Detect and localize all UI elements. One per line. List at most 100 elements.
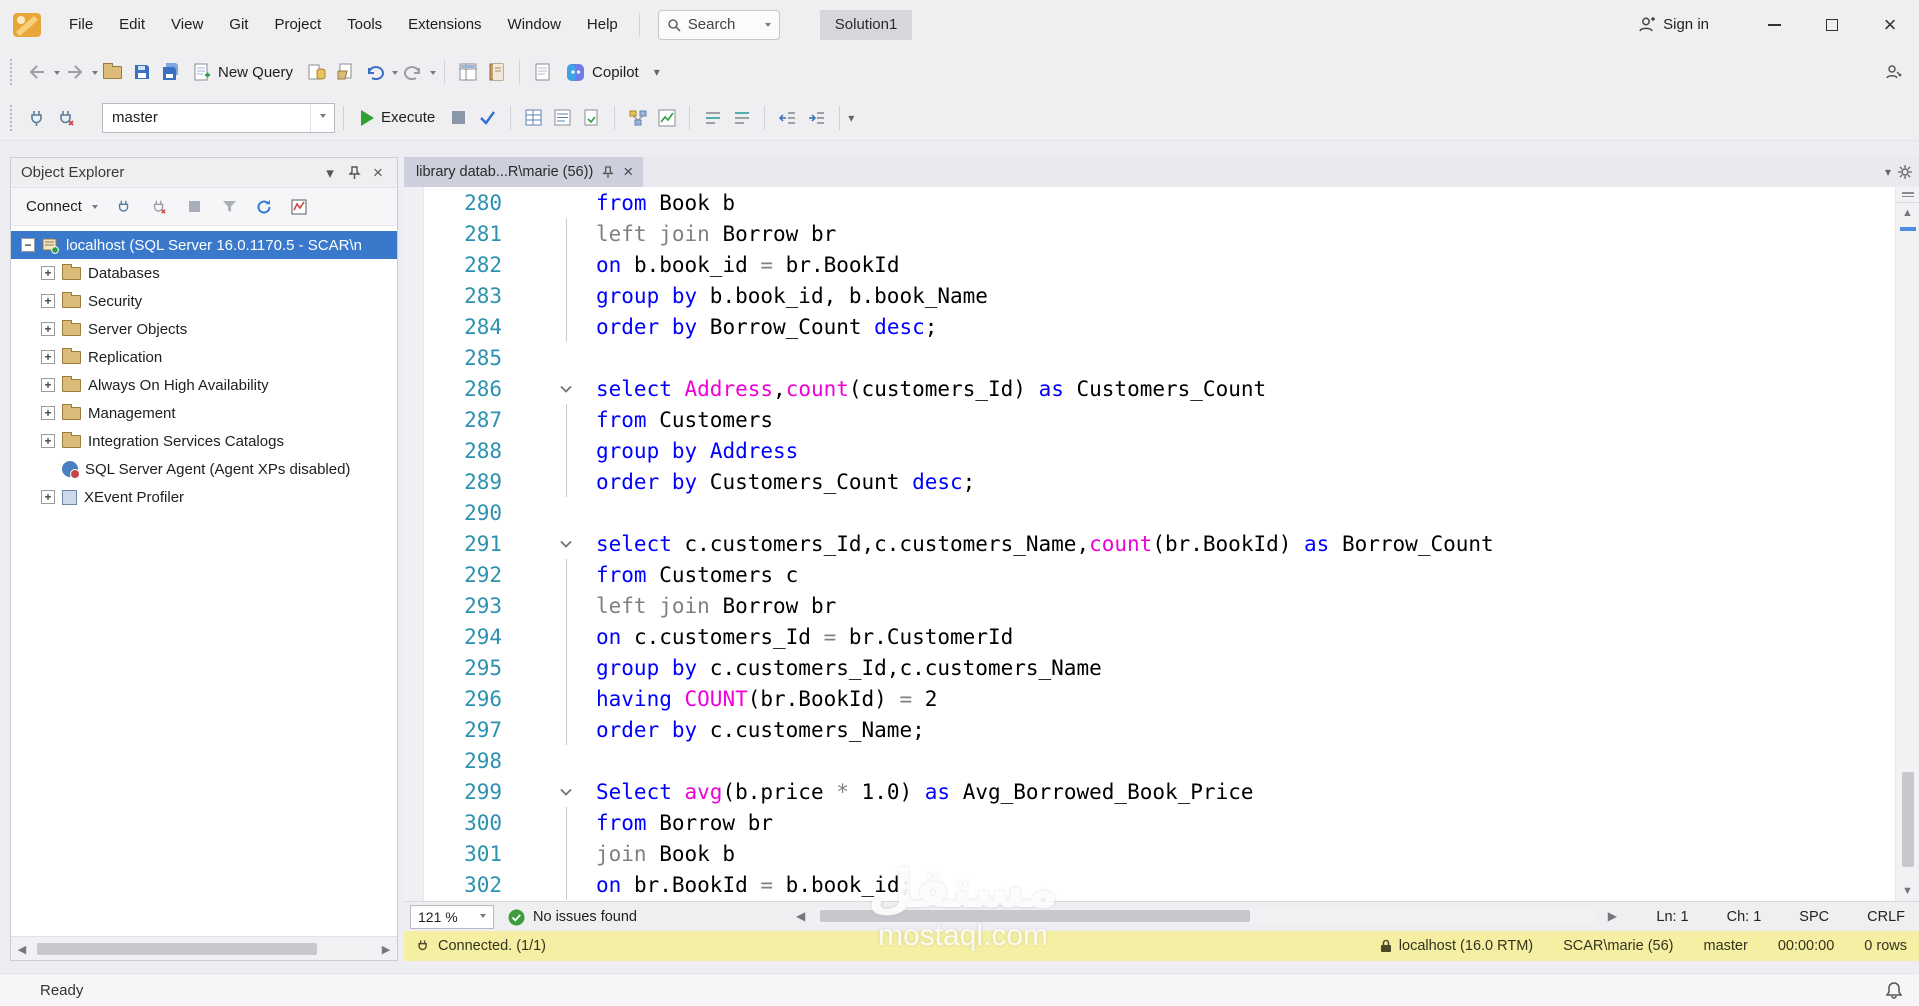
tree-expander[interactable]: + <box>41 434 55 448</box>
new-query-button[interactable]: New Query <box>185 57 302 87</box>
code-line[interactable]: 299 Select avg(b.price * 1.0) as Avg_Borr… <box>404 776 1895 807</box>
code-line[interactable]: 286 select Address,count(customers_Id) as… <box>404 373 1895 404</box>
nav-forward-button[interactable] <box>61 59 88 86</box>
tree-expander[interactable]: + <box>41 378 55 392</box>
code-line[interactable]: 281 left join Borrow br <box>404 218 1895 249</box>
code-line[interactable]: 293 left join Borrow br <box>404 590 1895 621</box>
solution-selector[interactable]: Solution1 <box>819 9 913 40</box>
connect-object-icon[interactable] <box>111 193 138 220</box>
document-icon[interactable] <box>529 59 556 86</box>
scroll-up-icon[interactable]: ▲ <box>1896 203 1919 223</box>
toolbar-grip[interactable] <box>10 104 15 131</box>
menu-item-git[interactable]: Git <box>216 0 261 49</box>
connect-plug-icon[interactable] <box>23 104 50 131</box>
code-line[interactable]: 301 join Book b <box>404 838 1895 869</box>
undo-caret-icon[interactable] <box>392 70 399 78</box>
tree-item[interactable]: + Security <box>11 287 397 315</box>
activity-monitor-icon[interactable] <box>286 193 313 220</box>
active-files-dropdown-icon[interactable]: ▾ <box>1885 165 1891 179</box>
copilot-button[interactable]: Copilot <box>557 57 648 87</box>
sign-in-button[interactable]: Sign in <box>1638 16 1709 34</box>
uncomment-icon[interactable] <box>728 104 755 131</box>
results-file-icon[interactable] <box>578 104 605 131</box>
connect-button[interactable]: Connect <box>20 194 104 220</box>
save-all-button[interactable] <box>157 59 184 86</box>
code-line[interactable]: 282 on b.book_id = br.BookId <box>404 249 1895 280</box>
menu-item-tools[interactable]: Tools <box>334 0 395 49</box>
tree-expander[interactable]: + <box>41 406 55 420</box>
user-key-icon[interactable] <box>1880 59 1907 86</box>
tree-item[interactable]: + Management <box>11 399 397 427</box>
tree-item[interactable]: SQL Server Agent (Agent XPs disabled) <box>11 455 397 483</box>
live-stats-icon[interactable] <box>653 104 680 131</box>
menu-item-extensions[interactable]: Extensions <box>395 0 494 49</box>
line-ending-indicator[interactable]: CRLF <box>1867 909 1905 925</box>
new-database-query-icon[interactable] <box>303 59 330 86</box>
code-line[interactable]: 290 <box>404 497 1895 528</box>
fold-collapse-icon[interactable] <box>536 373 596 404</box>
code-line[interactable]: 295 group by c.customers_Id,c.customers_N… <box>404 652 1895 683</box>
notifications-bell-icon[interactable] <box>1885 981 1903 1000</box>
code-line[interactable]: 302 on br.BookId = b.book_id; <box>404 869 1895 900</box>
comment-icon[interactable] <box>699 104 726 131</box>
tree-item[interactable]: + Integration Services Catalogs <box>11 427 397 455</box>
results-text-icon[interactable] <box>549 104 576 131</box>
code-line[interactable]: 285 <box>404 342 1895 373</box>
tree-item[interactable]: + Server Objects <box>11 315 397 343</box>
database-selector[interactable]: master <box>102 102 335 133</box>
code-line[interactable]: 289 order by Customers_Count desc; <box>404 466 1895 497</box>
execute-button[interactable]: Execute <box>352 103 444 133</box>
tree-collapse-icon[interactable]: − <box>21 238 35 252</box>
tree-item[interactable]: + Always On High Availability <box>11 371 397 399</box>
open-file-button[interactable] <box>99 59 126 86</box>
refresh-icon[interactable] <box>251 193 278 220</box>
code-line[interactable]: 298 <box>404 745 1895 776</box>
nav-back-button[interactable] <box>23 59 50 86</box>
code-line[interactable]: 284 order by Borrow_Count desc; <box>404 311 1895 342</box>
editor-hscrollbar[interactable]: ◀ ▶ <box>794 905 1619 929</box>
decrease-indent-icon[interactable] <box>774 104 801 131</box>
open-query-icon[interactable] <box>332 59 359 86</box>
menu-item-edit[interactable]: Edit <box>106 0 158 49</box>
filter-icon[interactable] <box>216 193 243 220</box>
scroll-right-icon[interactable]: ▶ <box>375 937 397 961</box>
scroll-left-icon[interactable]: ◀ <box>796 909 805 923</box>
code-line[interactable]: 280 from Book b <box>404 187 1895 218</box>
change-connection-icon[interactable] <box>52 104 79 131</box>
code-line[interactable]: 297 order by c.customers_Name; <box>404 714 1895 745</box>
parse-button[interactable] <box>474 104 501 131</box>
tree-expander[interactable]: + <box>41 294 55 308</box>
code-editor[interactable]: 280 from Book b 281 left join Borrow br 282 o… <box>404 187 1919 901</box>
scroll-left-icon[interactable]: ◀ <box>11 937 33 961</box>
code-line[interactable]: 300 from Borrow br <box>404 807 1895 838</box>
close-icon[interactable]: × <box>366 161 390 185</box>
close-button[interactable]: × <box>1861 0 1919 49</box>
settings-gear-icon[interactable] <box>1897 164 1913 180</box>
zoom-selector[interactable]: 121 % <box>410 905 494 929</box>
tree-item[interactable]: + Replication <box>11 343 397 371</box>
tree-expander[interactable]: + <box>41 350 55 364</box>
results-grid-icon[interactable] <box>520 104 547 131</box>
tree-item[interactable]: + XEvent Profiler <box>11 483 397 511</box>
tree-expander[interactable]: + <box>41 322 55 336</box>
minimize-button[interactable] <box>1745 0 1803 49</box>
fold-collapse-icon[interactable] <box>536 528 596 559</box>
cancel-query-button[interactable] <box>445 104 472 131</box>
database-selector-dropdown[interactable] <box>310 103 334 132</box>
scroll-down-icon[interactable]: ▼ <box>1896 881 1919 901</box>
menu-item-view[interactable]: View <box>158 0 216 49</box>
scrollbar-thumb[interactable] <box>820 910 1250 922</box>
menu-item-file[interactable]: File <box>56 0 106 49</box>
code-line[interactable]: 291 select c.customers_Id,c.customers_Nam… <box>404 528 1895 559</box>
editor-tab[interactable]: library datab...R\marie (56)) × <box>404 157 644 187</box>
code-line[interactable]: 287 from Customers <box>404 404 1895 435</box>
nav-back-caret-icon[interactable] <box>54 70 60 78</box>
code-line[interactable]: 283 group by b.book_id, b.book_Name <box>404 280 1895 311</box>
estimated-plan-icon[interactable] <box>624 104 651 131</box>
increase-indent-icon[interactable] <box>803 104 830 131</box>
undo-button[interactable] <box>361 59 388 86</box>
toolbar-overflow-icon[interactable]: ▾ <box>654 65 660 79</box>
search-input[interactable]: Search <box>657 9 780 40</box>
maximize-button[interactable] <box>1803 0 1861 49</box>
toolbar-overflow-icon[interactable]: ▾ <box>848 111 854 125</box>
